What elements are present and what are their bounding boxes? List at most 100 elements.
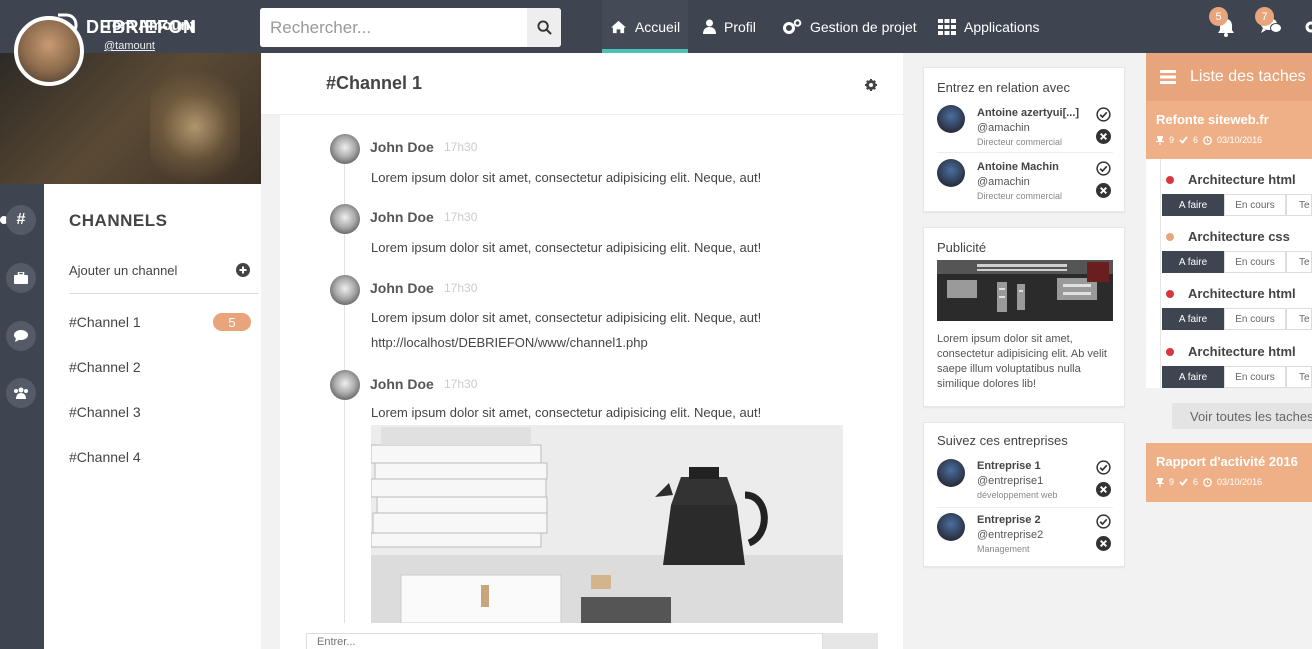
- dismiss-close-icon[interactable]: [1096, 482, 1111, 497]
- message-input[interactable]: [306, 633, 823, 649]
- state-en-cours[interactable]: En cours: [1224, 251, 1286, 273]
- chat-title: #Channel 1: [326, 73, 423, 93]
- project-meta: 9 6 03/10/2016: [1156, 135, 1262, 145]
- settings-button[interactable]: [1304, 20, 1312, 34]
- relations-title: Entrez en relation avec: [937, 80, 1070, 95]
- hash-icon: #: [16, 211, 26, 228]
- task-state-selector: A faire En cours Te: [1162, 251, 1312, 273]
- relations-widget: Entrez en relation avec Antoine azertyui…: [923, 67, 1125, 212]
- accept-check-icon[interactable]: [1096, 161, 1111, 176]
- contact-name[interactable]: Antoine azertyui[...]: [977, 107, 1079, 119]
- state-a-faire[interactable]: A faire: [1162, 308, 1224, 330]
- company-logo[interactable]: [937, 459, 965, 487]
- notifications-badge: 5: [1209, 7, 1228, 26]
- messages-badge: 7: [1255, 7, 1274, 26]
- state-a-faire[interactable]: A faire: [1162, 366, 1224, 388]
- ad-image[interactable]: [937, 260, 1113, 321]
- contact-avatar[interactable]: [937, 105, 965, 133]
- profile-handle[interactable]: @tamount: [104, 40, 155, 52]
- dismiss-close-icon[interactable]: [1096, 536, 1111, 551]
- nav-applications-label: Applications: [964, 18, 1040, 35]
- nav-applications[interactable]: Applications: [938, 0, 1040, 53]
- state-a-faire[interactable]: A faire: [1162, 194, 1224, 216]
- state-termine[interactable]: Te: [1286, 251, 1312, 273]
- company-handle: @entreprise2: [977, 529, 1044, 541]
- accept-check-icon[interactable]: [1096, 107, 1111, 122]
- message-avatar[interactable]: [330, 134, 360, 164]
- company-logo[interactable]: [937, 513, 965, 541]
- state-en-cours[interactable]: En cours: [1224, 308, 1286, 330]
- nav-gestion-projet[interactable]: Gestion de projet: [782, 0, 917, 53]
- follow-check-icon[interactable]: [1096, 460, 1111, 475]
- company-handle: @entreprise1: [977, 475, 1044, 487]
- project-pin-count: 9: [1169, 135, 1175, 145]
- message-text: Lorem ipsum dolor sit amet, consectetur …: [371, 170, 762, 185]
- message-avatar[interactable]: [330, 204, 360, 234]
- contact-name[interactable]: Antoine Machin: [977, 161, 1059, 173]
- project-card[interactable]: Refonte siteweb.fr 9 6 03/10/2016: [1146, 101, 1312, 159]
- project-check-count: 6: [1193, 135, 1199, 145]
- message-avatar[interactable]: [330, 275, 360, 305]
- search-input[interactable]: [260, 8, 527, 47]
- task-timeline: [1160, 159, 1161, 388]
- reject-close-icon[interactable]: [1096, 129, 1111, 144]
- ad-title: Publicité: [937, 240, 987, 255]
- message-author[interactable]: John Doe: [370, 376, 434, 392]
- message-author[interactable]: John Doe: [370, 209, 434, 225]
- state-en-cours[interactable]: En cours: [1224, 194, 1286, 216]
- task-name: Architecture html: [1188, 172, 1296, 187]
- profile-avatar[interactable]: [14, 16, 84, 86]
- project-date: 03/10/2016: [1217, 135, 1263, 145]
- follow-check-icon[interactable]: [1096, 514, 1111, 529]
- rail-messages-button[interactable]: [6, 321, 36, 351]
- message-link[interactable]: http://localhost/DEBRIEFON/www/channel1.…: [371, 335, 648, 350]
- clock-icon: [1203, 477, 1212, 487]
- add-channel-button[interactable]: Ajouter un channel: [69, 263, 257, 278]
- state-termine[interactable]: Te: [1286, 366, 1312, 388]
- channel-settings-icon[interactable]: [865, 79, 877, 91]
- contact-role: Directeur commercial: [977, 137, 1063, 147]
- channel-item-1[interactable]: #Channel 1: [69, 314, 141, 330]
- rail-projects-button[interactable]: [6, 263, 36, 293]
- channel-item-3[interactable]: #Channel 3: [69, 404, 141, 420]
- plus-circle-icon: [236, 263, 250, 277]
- channel-item-2[interactable]: #Channel 2: [69, 359, 141, 375]
- reject-close-icon[interactable]: [1096, 183, 1111, 198]
- contact-handle: @amachin: [977, 122, 1030, 134]
- channels-title: CHANNELS: [69, 211, 168, 230]
- view-all-tasks-button[interactable]: Voir toutes les taches: [1172, 403, 1312, 429]
- channel-unread-badge: 5: [213, 313, 251, 331]
- nav-profil[interactable]: Profil: [703, 0, 756, 53]
- task-state-selector: A faire En cours Te: [1162, 194, 1312, 216]
- rail-channels-button[interactable]: #: [6, 205, 36, 235]
- pin-icon: [1156, 477, 1164, 487]
- send-button[interactable]: [823, 633, 878, 649]
- message-image[interactable]: [371, 425, 843, 623]
- project-card[interactable]: Rapport d'activité 2016 9 6 03/10/2016: [1146, 443, 1312, 502]
- message-text: Lorem ipsum dolor sit amet, consectetur …: [371, 405, 762, 420]
- state-termine[interactable]: Te: [1286, 308, 1312, 330]
- message-author[interactable]: John Doe: [370, 139, 434, 155]
- company-name[interactable]: Entreprise 2: [977, 514, 1041, 526]
- pin-icon: [1156, 135, 1164, 145]
- state-en-cours[interactable]: En cours: [1224, 366, 1286, 388]
- company-name[interactable]: Entreprise 1: [977, 460, 1041, 472]
- user-icon: [703, 19, 716, 34]
- state-a-faire[interactable]: A faire: [1162, 251, 1224, 273]
- nav-accueil[interactable]: Accueil: [602, 0, 688, 53]
- message-avatar[interactable]: [330, 370, 360, 400]
- divider: [937, 152, 1113, 153]
- message-author[interactable]: John Doe: [370, 280, 434, 296]
- clock-icon: [1203, 135, 1212, 145]
- search-button[interactable]: [527, 8, 561, 47]
- ad-widget: Publicité Lorem ipsum dolor sit amet, co…: [923, 227, 1125, 407]
- divider: [937, 507, 1113, 508]
- search-box: [260, 8, 561, 47]
- task-state-selector: A faire En cours Te: [1162, 366, 1312, 388]
- companies-widget: Suivez ces entreprises Entreprise 1 @ent…: [923, 422, 1125, 567]
- rail-groups-button[interactable]: [6, 378, 36, 408]
- nav-gestion-projet-label: Gestion de projet: [810, 18, 917, 35]
- channel-item-4[interactable]: #Channel 4: [69, 449, 141, 465]
- contact-avatar[interactable]: [937, 159, 965, 187]
- state-termine[interactable]: Te: [1286, 194, 1312, 216]
